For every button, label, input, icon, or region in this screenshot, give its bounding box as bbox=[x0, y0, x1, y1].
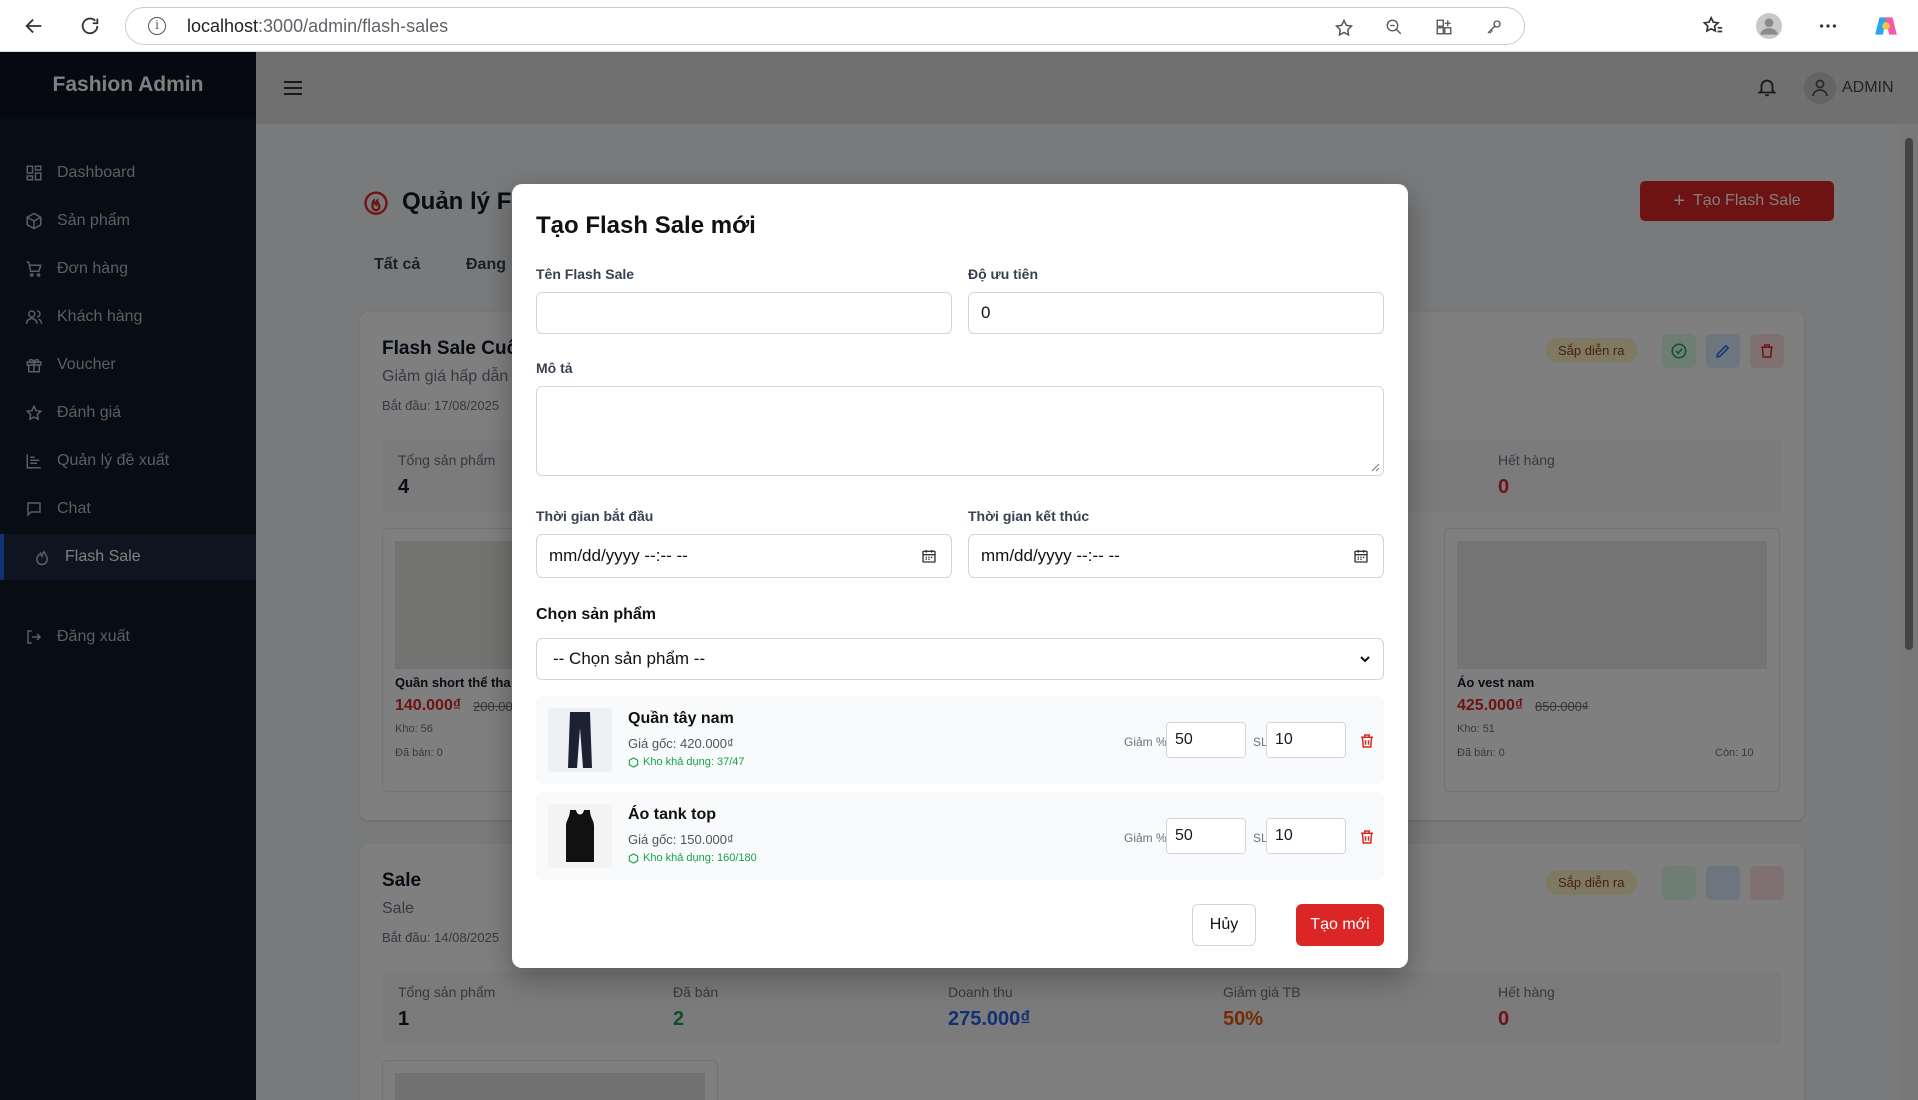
modal-title: Tạo Flash Sale mới bbox=[536, 212, 756, 239]
product-thumbnail bbox=[548, 804, 612, 868]
discount-label: Giảm % bbox=[1124, 831, 1167, 845]
discount-input[interactable]: 50 bbox=[1166, 818, 1246, 854]
copilot-icon[interactable] bbox=[1872, 12, 1900, 40]
profile-avatar-icon[interactable] bbox=[1755, 12, 1783, 40]
quantity-input[interactable]: 10 bbox=[1266, 722, 1346, 758]
back-arrow-icon[interactable] bbox=[20, 12, 48, 40]
product-thumbnail bbox=[548, 708, 612, 772]
more-menu-icon[interactable] bbox=[1814, 12, 1842, 40]
selected-product-row: Áo tank top Giá gốc: 150.000₫ Kho khả dụ… bbox=[536, 792, 1384, 880]
product-original-price: Giá gốc: 420.000₫ bbox=[628, 736, 734, 751]
description-textarea[interactable] bbox=[536, 386, 1384, 476]
selected-product-row: Quần tây nam Giá gốc: 420.000₫ Kho khả d… bbox=[536, 696, 1384, 784]
favorite-star-icon[interactable] bbox=[1334, 18, 1354, 38]
end-time-input[interactable]: mm/dd/yyyy --:-- -- bbox=[968, 534, 1384, 578]
calendar-icon[interactable] bbox=[1353, 548, 1369, 564]
priority-input[interactable]: 0 bbox=[968, 292, 1384, 334]
product-name: Áo tank top bbox=[628, 806, 716, 823]
submit-create-button[interactable]: Tạo mới bbox=[1296, 904, 1384, 946]
product-select-label: Chọn sản phẩm bbox=[536, 606, 657, 623]
remove-product-button[interactable] bbox=[1358, 732, 1376, 755]
description-label: Mô tả bbox=[536, 360, 573, 376]
name-label: Tên Flash Sale bbox=[536, 266, 635, 282]
url-text: localhost:3000/admin/flash-sales bbox=[187, 16, 449, 36]
key-icon[interactable] bbox=[1484, 18, 1504, 38]
chevron-down-icon bbox=[1360, 656, 1370, 663]
start-time-input[interactable]: mm/dd/yyyy --:-- -- bbox=[536, 534, 952, 578]
discount-label: Giảm % bbox=[1124, 735, 1167, 749]
product-select[interactable]: -- Chọn sản phẩm -- bbox=[536, 638, 1384, 680]
product-name: Quần tây nam bbox=[628, 710, 734, 727]
package-icon bbox=[628, 852, 639, 864]
flash-sale-name-input[interactable] bbox=[536, 292, 952, 334]
site-info-icon[interactable]: i bbox=[148, 17, 166, 35]
reload-icon[interactable] bbox=[76, 12, 104, 40]
favorites-icon[interactable] bbox=[1699, 12, 1727, 40]
resize-handle-icon[interactable] bbox=[1370, 462, 1380, 472]
cancel-button[interactable]: Hủy bbox=[1192, 904, 1256, 946]
product-available-stock: Kho khả dụng: 160/180 bbox=[628, 852, 757, 864]
remove-product-button[interactable] bbox=[1358, 828, 1376, 851]
zoom-out-icon[interactable] bbox=[1384, 18, 1404, 38]
discount-input[interactable]: 50 bbox=[1166, 722, 1246, 758]
end-time-label: Thời gian kết thúc bbox=[968, 508, 1090, 524]
apps-icon[interactable] bbox=[1434, 18, 1454, 38]
package-icon bbox=[628, 756, 639, 768]
trash-icon bbox=[1361, 830, 1373, 844]
trash-icon bbox=[1361, 734, 1373, 748]
create-flash-sale-modal: Tạo Flash Sale mới Tên Flash Sale Độ ưu … bbox=[512, 184, 1408, 968]
browser-toolbar: i localhost:3000/admin/flash-sales bbox=[0, 0, 1918, 52]
calendar-icon[interactable] bbox=[921, 548, 937, 564]
product-available-stock: Kho khả dụng: 37/47 bbox=[628, 756, 745, 768]
priority-label: Độ ưu tiên bbox=[968, 266, 1039, 282]
start-time-label: Thời gian bắt đầu bbox=[536, 508, 654, 524]
address-bar[interactable]: i localhost:3000/admin/flash-sales bbox=[125, 7, 1525, 45]
product-original-price: Giá gốc: 150.000₫ bbox=[628, 832, 734, 847]
quantity-input[interactable]: 10 bbox=[1266, 818, 1346, 854]
